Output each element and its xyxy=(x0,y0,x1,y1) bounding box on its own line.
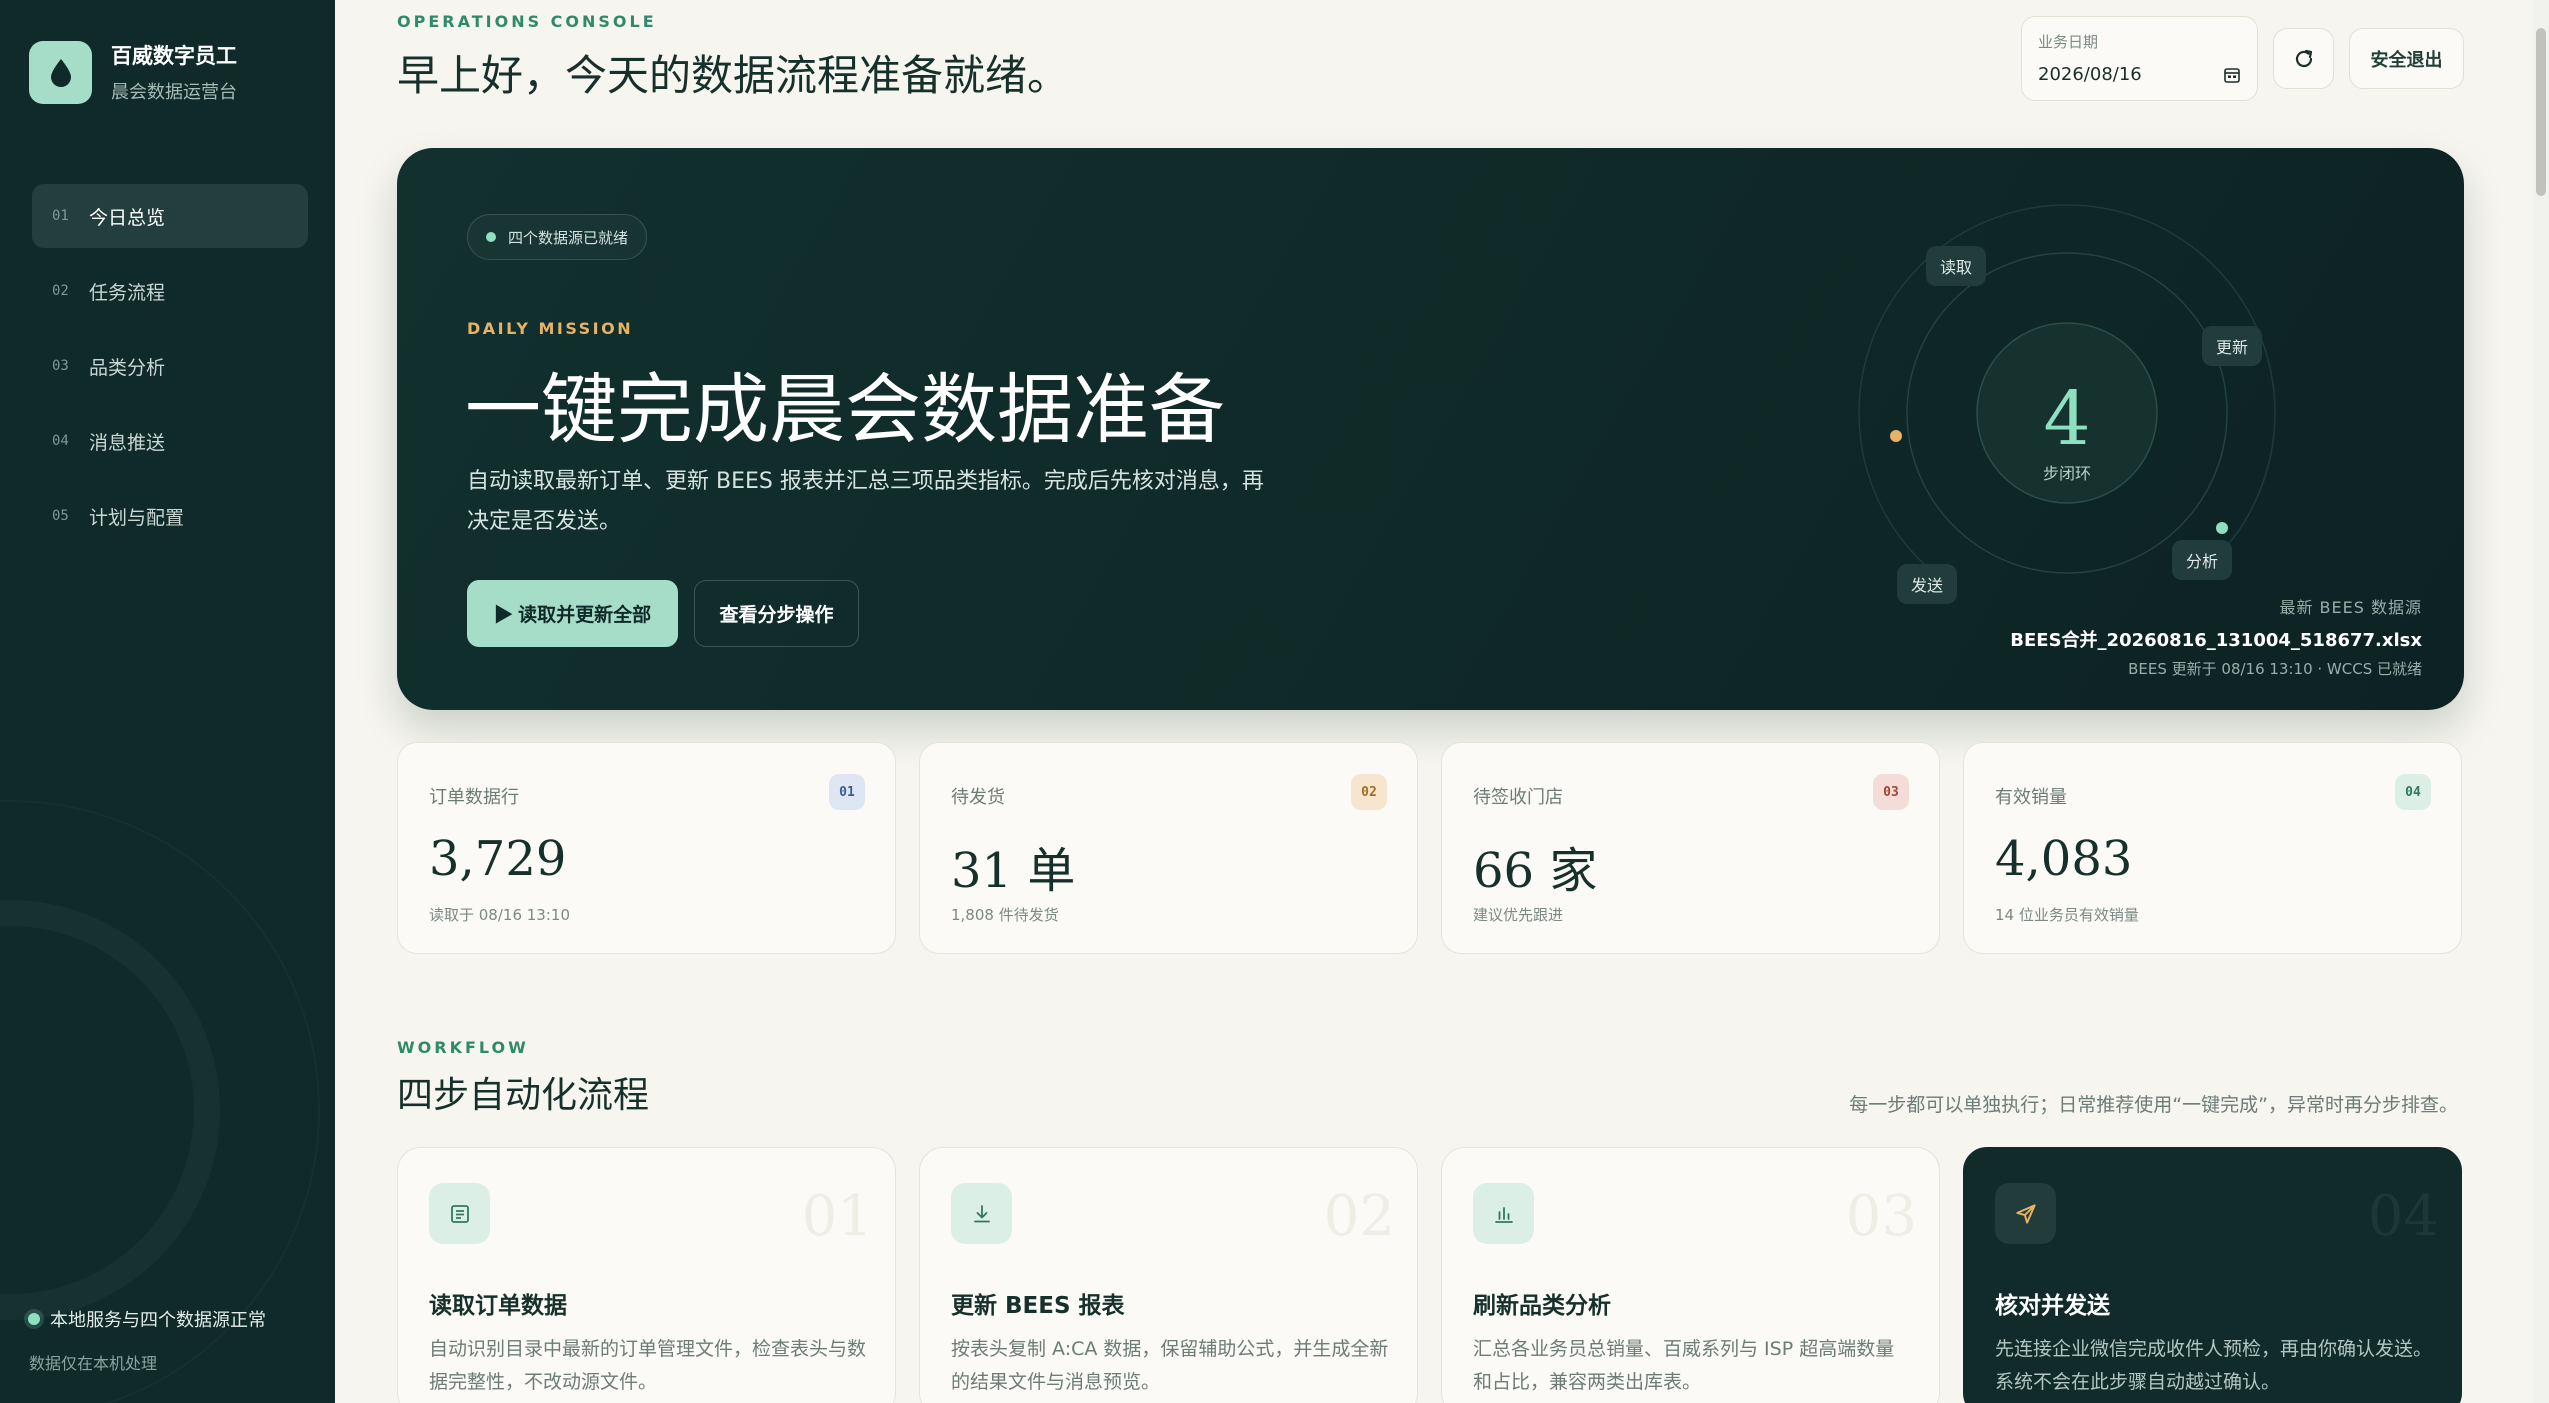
sidebar-item-category[interactable]: 03 品类分析 xyxy=(32,334,308,398)
step-name: 刷新品类分析 xyxy=(1473,1293,1611,1319)
workflow-step-read-orders[interactable]: 01 读取订单数据 自动识别目录中最新的订单管理文件，检查表头与数据完整性，不改… xyxy=(397,1147,896,1403)
brand-subtitle: 晨会数据运营台 xyxy=(111,82,237,103)
document-icon xyxy=(429,1183,490,1244)
orbit-tag-read: 读取 xyxy=(1926,246,1987,286)
scrollbar-thumb[interactable] xyxy=(2536,28,2546,196)
nav-index: 04 xyxy=(52,433,69,449)
stat-value: 3,729 xyxy=(429,831,567,887)
stat-index-badge: 03 xyxy=(1873,774,1909,810)
stat-card-pending-stores: 待签收门店 03 66 家 建议优先跟进 xyxy=(1441,742,1940,954)
refresh-button[interactable] xyxy=(2273,28,2334,89)
page-scrollbar[interactable] xyxy=(2533,0,2549,1403)
stat-index-badge: 01 xyxy=(829,774,865,810)
step-description: 按表头复制 A:CA 数据，保留辅助公式，并生成全新的结果文件与消息预览。 xyxy=(951,1338,1389,1393)
mission-eyebrow: DAILY MISSION xyxy=(467,319,634,338)
nav-index: 01 xyxy=(52,208,69,224)
orbit-step-label: 步闭环 xyxy=(2042,464,2091,483)
source-status: BEES 更新于 08/16 13:10 · WCCS 已就绪 xyxy=(2128,660,2422,678)
source-file-name: BEES合并_20260816_131004_518677.xlsx xyxy=(2010,630,2422,651)
logout-button[interactable]: 安全退出 xyxy=(2349,28,2464,89)
step-description: 汇总各业务员总销量、百威系列与 ISP 超高端数量和占比，兼容两类出库表。 xyxy=(1473,1338,1895,1393)
nav-index: 02 xyxy=(52,283,69,299)
step-description: 先连接企业微信完成收件人预检，再由你确认发送。系统不会在此步骤自动越过确认。 xyxy=(1995,1338,2433,1393)
step-number: 02 xyxy=(1323,1184,1395,1249)
nav-label: 任务流程 xyxy=(89,281,166,304)
stat-label: 待签收门店 xyxy=(1473,787,1563,808)
stat-value: 31 单 xyxy=(951,843,1076,899)
stat-subtext: 建议优先跟进 xyxy=(1473,906,1564,924)
stat-label: 订单数据行 xyxy=(429,787,519,808)
stat-subtext: 14 位业务员有效销量 xyxy=(1995,906,2139,924)
orbit-step-count: 4 xyxy=(2043,376,2091,462)
console-eyebrow: OPERATIONS CONSOLE xyxy=(397,12,657,31)
sidebar-item-settings[interactable]: 05 计划与配置 xyxy=(32,484,308,548)
nav-index: 05 xyxy=(52,508,69,524)
date-label: 业务日期 xyxy=(2038,33,2099,51)
bar-chart-icon xyxy=(1473,1183,1534,1244)
step-number: 03 xyxy=(1845,1184,1917,1249)
workflow-note: 每一步都可以单独执行；日常推荐使用“一键完成”，异常时再分步排查。 xyxy=(1849,1094,2458,1116)
privacy-note: 数据仅在本机处理 xyxy=(29,1354,158,1373)
workflow-step-update-bees[interactable]: 02 更新 BEES 报表 按表头复制 A:CA 数据，保留辅助公式，并生成全新… xyxy=(919,1147,1418,1403)
hero-title: 一键完成晨会数据准备 xyxy=(465,365,1225,454)
stat-label: 有效销量 xyxy=(1995,787,2067,808)
orbit-tag-update: 更新 xyxy=(2202,326,2263,366)
brand: 百威数字员工 晨会数据运营台 xyxy=(29,40,237,104)
stat-value: 4,083 xyxy=(1995,831,2133,887)
workflow-step-verify-send[interactable]: 04 核对并发送 先连接企业微信完成收件人预检，再由你确认发送。系统不会在此步骤… xyxy=(1963,1147,2462,1403)
sidebar-nav: 01 今日总览 02 任务流程 03 品类分析 04 消息推送 05 计划与配置 xyxy=(32,184,308,559)
view-steps-button[interactable]: 查看分步操作 xyxy=(694,580,859,647)
nav-label: 今日总览 xyxy=(89,206,166,229)
hero-description: 自动读取最新订单、更新 BEES 报表并汇总三项品类指标。完成后先核对消息，再决… xyxy=(467,469,1264,534)
stat-subtext: 读取于 08/16 13:10 xyxy=(429,906,570,924)
sources-ready-badge: 四个数据源已就绪 xyxy=(467,214,648,260)
stat-card-pending-shipment: 待发货 02 31 单 1,808 件待发货 xyxy=(919,742,1418,954)
step-name: 读取订单数据 xyxy=(429,1293,567,1319)
step-name: 核对并发送 xyxy=(1995,1293,2110,1319)
download-icon xyxy=(951,1183,1012,1244)
source-label: 最新 BEES 数据源 xyxy=(2279,598,2422,617)
workflow-title: 四步自动化流程 xyxy=(397,1075,650,1116)
orbit-marker-mint xyxy=(2216,522,2228,534)
stat-index-badge: 02 xyxy=(1351,774,1387,810)
sources-ready-text: 四个数据源已就绪 xyxy=(508,228,629,247)
orbit-marker-amber xyxy=(1890,430,1902,442)
business-date-picker[interactable]: 业务日期 2026/08/16 xyxy=(2021,16,2258,101)
nav-label: 消息推送 xyxy=(89,431,166,454)
orbit-tag-send: 发送 xyxy=(1897,564,1958,604)
stat-subtext: 1,808 件待发货 xyxy=(951,906,1059,924)
drop-logo-icon xyxy=(29,40,92,104)
sidebar-item-workflow[interactable]: 02 任务流程 xyxy=(32,259,308,323)
nav-label: 品类分析 xyxy=(89,356,166,379)
service-status-text: 本地服务与四个数据源正常 xyxy=(50,1310,266,1331)
workflow-step-refresh-analysis[interactable]: 03 刷新品类分析 汇总各业务员总销量、百威系列与 ISP 超高端数量和占比，兼… xyxy=(1441,1147,1940,1403)
orbit-tag-analyze: 分析 xyxy=(2172,540,2233,580)
step-number: 04 xyxy=(2367,1184,2439,1249)
stat-card-orders: 订单数据行 01 3,729 读取于 08/16 13:10 xyxy=(397,742,896,954)
service-status: 本地服务与四个数据源正常 xyxy=(28,1306,266,1332)
run-all-button[interactable]: ▶ 读取并更新全部 xyxy=(467,580,678,647)
workflow-eyebrow: WORKFLOW xyxy=(397,1038,529,1057)
stat-label: 待发货 xyxy=(951,787,1005,808)
send-icon xyxy=(1995,1183,2056,1244)
nav-index: 03 xyxy=(52,358,69,374)
step-name: 更新 BEES 报表 xyxy=(951,1293,1125,1319)
stat-value: 66 家 xyxy=(1473,843,1598,899)
mission-hero: 四个数据源已就绪 DAILY MISSION 一键完成晨会数据准备 自动读取最新… xyxy=(397,148,2464,710)
brand-name: 百威数字员工 xyxy=(111,44,237,68)
refresh-icon xyxy=(2295,49,2312,67)
nav-label: 计划与配置 xyxy=(89,506,185,529)
calendar-icon[interactable] xyxy=(2223,66,2241,84)
status-dot-icon xyxy=(486,232,496,242)
stat-card-effective-sales: 有效销量 04 4,083 14 位业务员有效销量 xyxy=(1963,742,2462,954)
date-value: 2026/08/16 xyxy=(2038,64,2142,85)
status-dot-icon xyxy=(28,1313,40,1325)
step-number: 01 xyxy=(801,1184,873,1249)
sidebar-item-overview[interactable]: 01 今日总览 xyxy=(32,184,308,248)
page-title: 早上好，今天的数据流程准备就绪。 xyxy=(397,51,1070,100)
sidebar: 百威数字员工 晨会数据运营台 01 今日总览 02 任务流程 03 品类分析 0… xyxy=(0,0,335,1403)
sidebar-item-messages[interactable]: 04 消息推送 xyxy=(32,409,308,473)
stat-index-badge: 04 xyxy=(2395,774,2431,810)
step-description: 自动识别目录中最新的订单管理文件，检查表头与数据完整性，不改动源文件。 xyxy=(429,1338,867,1393)
